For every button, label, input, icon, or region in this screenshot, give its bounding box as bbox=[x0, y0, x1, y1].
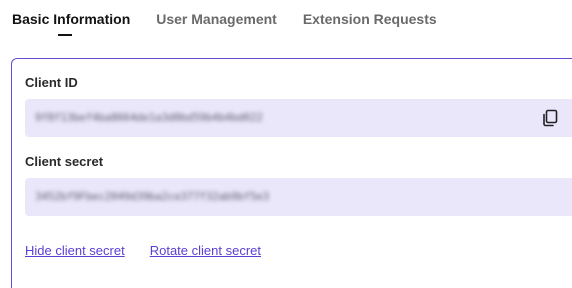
tab-extension-requests[interactable]: Extension Requests bbox=[303, 0, 437, 27]
credentials-panel: Client ID 9f8f13bef4ba8664de1a3d0bd59b4b… bbox=[11, 58, 572, 288]
client-secret-field: 3452bf9Fbec2049d39ba2ce377f32ab9bf5e3 bbox=[25, 178, 572, 216]
secret-actions: Hide client secret Rotate client secret bbox=[25, 243, 261, 258]
tab-bar: Basic Information User Management Extens… bbox=[12, 0, 437, 40]
client-id-field: 9f8f13bef4ba8664de1a3d0bd59b4b4bd022 bbox=[25, 99, 572, 137]
copy-icon-graphic bbox=[543, 109, 558, 127]
client-secret-label: Client secret bbox=[25, 154, 104, 169]
client-secret-value: 3452bf9Fbec2049d39ba2ce377f32ab9bf5e3 bbox=[35, 190, 269, 203]
tab-user-management[interactable]: User Management bbox=[156, 0, 277, 27]
client-id-label: Client ID bbox=[25, 75, 78, 90]
tab-basic-information[interactable]: Basic Information bbox=[12, 0, 130, 36]
copy-icon[interactable] bbox=[540, 108, 560, 128]
hide-client-secret-link[interactable]: Hide client secret bbox=[25, 243, 125, 258]
rotate-client-secret-link[interactable]: Rotate client secret bbox=[150, 243, 261, 258]
client-id-value: 9f8f13bef4ba8664de1a3d0bd59b4b4bd022 bbox=[35, 111, 263, 124]
